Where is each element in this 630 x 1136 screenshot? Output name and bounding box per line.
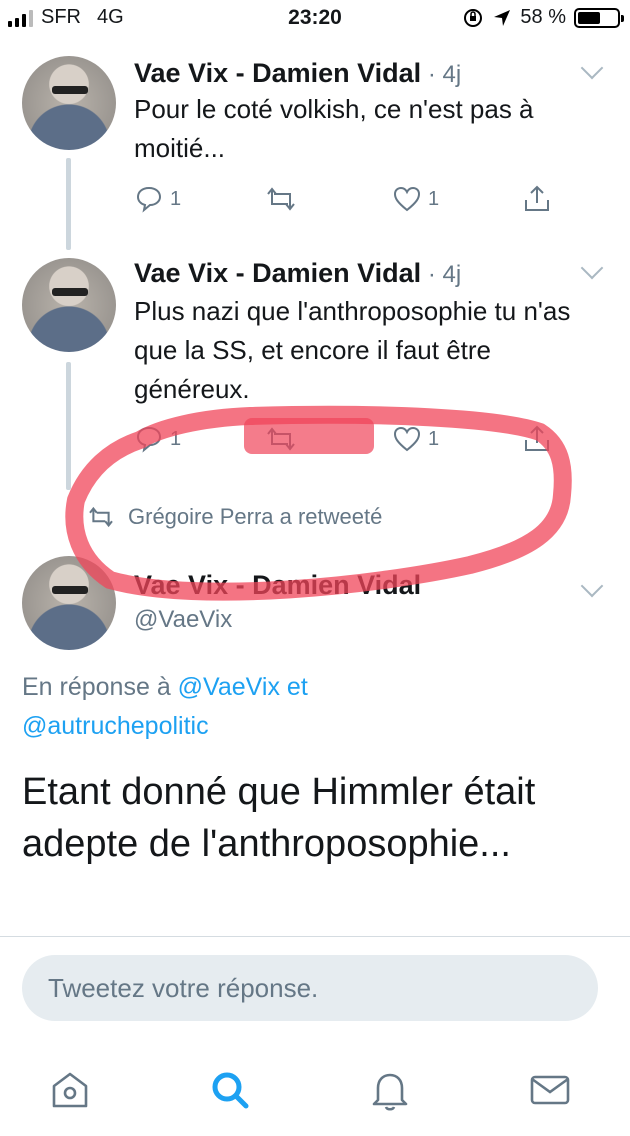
divider [0, 936, 630, 937]
mention-link[interactable]: @autruchepolitic [22, 712, 209, 740]
avatar[interactable] [22, 556, 116, 650]
search-icon [212, 1072, 249, 1109]
mail-icon [530, 1075, 570, 1105]
mention-link[interactable]: @VaeVix [178, 673, 280, 701]
tab-notifications[interactable] [366, 1066, 414, 1114]
tab-bar [0, 1060, 630, 1120]
chevron-down-icon[interactable] [580, 574, 604, 598]
tab-search[interactable] [206, 1066, 254, 1114]
reply-context: En réponse à @VaeVix et @autruchepolitic [22, 668, 582, 746]
reply-joiner: et [286, 673, 308, 701]
tab-home[interactable] [46, 1066, 94, 1114]
main-tweet: Vae Vix - Damien Vidal @VaeVix En répons… [0, 0, 630, 930]
reply-input[interactable]: Tweetez votre réponse. [22, 955, 598, 1021]
tab-messages[interactable] [526, 1066, 574, 1114]
bell-icon [372, 1073, 408, 1111]
main-tweet-text: Etant donné que Himmler était adepte de … [22, 771, 536, 865]
author-name[interactable]: Vae Vix - Damien Vidal [134, 570, 421, 600]
reply-prefix: En réponse à [22, 673, 171, 701]
author-handle[interactable]: @VaeVix [134, 606, 232, 634]
home-icon [52, 1072, 88, 1108]
tweet-header: Vae Vix - Damien Vidal [134, 570, 421, 601]
